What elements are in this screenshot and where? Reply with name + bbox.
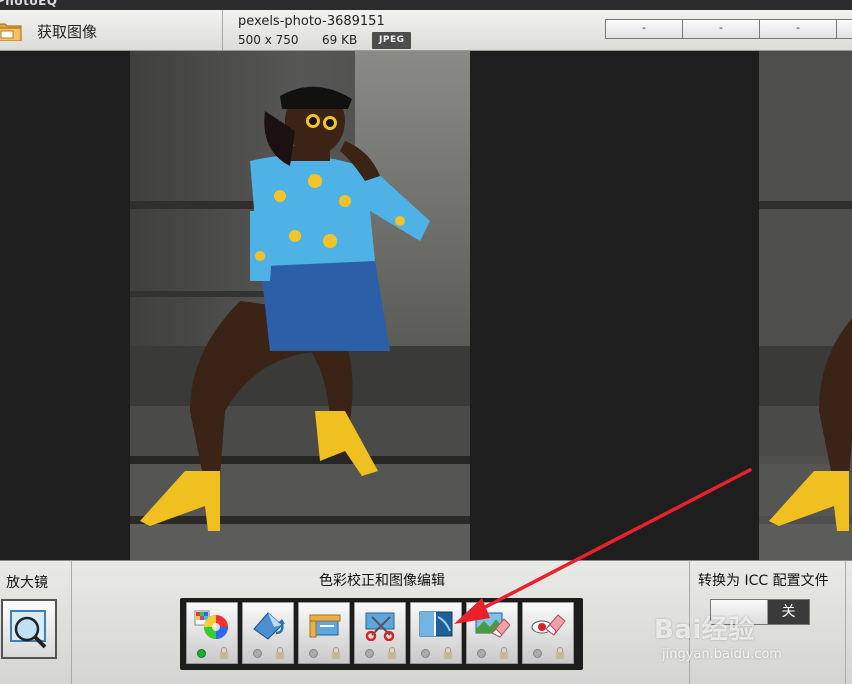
header-button-2[interactable]: - <box>682 19 760 39</box>
edit-toolbar <box>180 598 583 670</box>
eraser-image-icon <box>475 612 510 638</box>
title-bar: PhotoEQ <box>0 0 852 10</box>
tool-color-correction[interactable] <box>186 602 238 664</box>
header-button-group: - - - <box>605 19 852 39</box>
photo-preview <box>130 51 470 560</box>
header-bar: 获取图像 pexels-photo-3689151 500 x 750 69 K… <box>0 10 852 51</box>
lock-icon <box>220 647 228 659</box>
scissors-cut-icon <box>365 612 395 641</box>
split-compare-icon <box>419 611 453 637</box>
crop-ruler-icon <box>309 614 341 638</box>
file-info: pexels-photo-3689151 500 x 750 69 KB JPE… <box>238 14 412 49</box>
photo-preview-next <box>759 51 852 560</box>
divider <box>845 561 846 684</box>
lock-icon <box>556 647 564 659</box>
red-eye-eraser-icon <box>531 614 566 636</box>
file-name: pexels-photo-3689151 <box>238 14 385 29</box>
lock-icon <box>332 647 340 659</box>
lock-icon <box>388 647 396 659</box>
watermark-logo: Bai经验 <box>654 615 755 645</box>
toggle-state-label: 关 <box>768 600 809 624</box>
tool-red-eye[interactable] <box>522 602 574 664</box>
watermark-url: jingyan.baidu.com <box>662 647 782 662</box>
header-button-4[interactable] <box>836 19 852 39</box>
header-button-1[interactable]: - <box>605 19 683 39</box>
acquire-image-label: 获取图像 <box>37 23 98 41</box>
icc-convert-label: 转换为 ICC 配置文件 <box>698 573 829 589</box>
color-wheel-icon <box>194 610 228 639</box>
file-size: 69 KB <box>322 33 358 47</box>
status-dot <box>421 649 430 658</box>
folder-icon <box>0 23 22 41</box>
tool-crop[interactable] <box>298 602 350 664</box>
header-button-3[interactable]: - <box>759 19 837 39</box>
bottom-panel: 放大镜 色彩校正和图像编辑 转换为 ICC 配置文件 关 Bai经验 jingy… <box>0 560 852 684</box>
status-dot <box>253 649 262 658</box>
color-edit-title: 色彩校正和图像编辑 <box>319 573 445 589</box>
lock-icon <box>500 647 508 659</box>
status-dot <box>533 649 542 658</box>
status-dot <box>365 649 374 658</box>
magnifier-button[interactable] <box>1 599 57 659</box>
lock-icon <box>276 647 284 659</box>
tool-rotate[interactable] <box>242 602 294 664</box>
status-dot <box>197 649 206 658</box>
status-dot <box>309 649 318 658</box>
rotate-image-icon <box>253 612 285 640</box>
lock-icon <box>444 647 452 659</box>
format-badge: JPEG <box>372 32 412 49</box>
tool-cut[interactable] <box>354 602 406 664</box>
image-viewer[interactable] <box>0 51 852 560</box>
tool-split-compare[interactable] <box>410 602 462 664</box>
magnifier-icon <box>10 610 47 649</box>
acquire-image-button[interactable]: 获取图像 <box>0 10 223 50</box>
image-dimensions: 500 x 750 <box>238 33 299 47</box>
tool-eraser[interactable] <box>466 602 518 664</box>
app-title: PhotoEQ <box>0 0 58 8</box>
magnifier-label: 放大镜 <box>6 575 48 591</box>
status-dot <box>477 649 486 658</box>
